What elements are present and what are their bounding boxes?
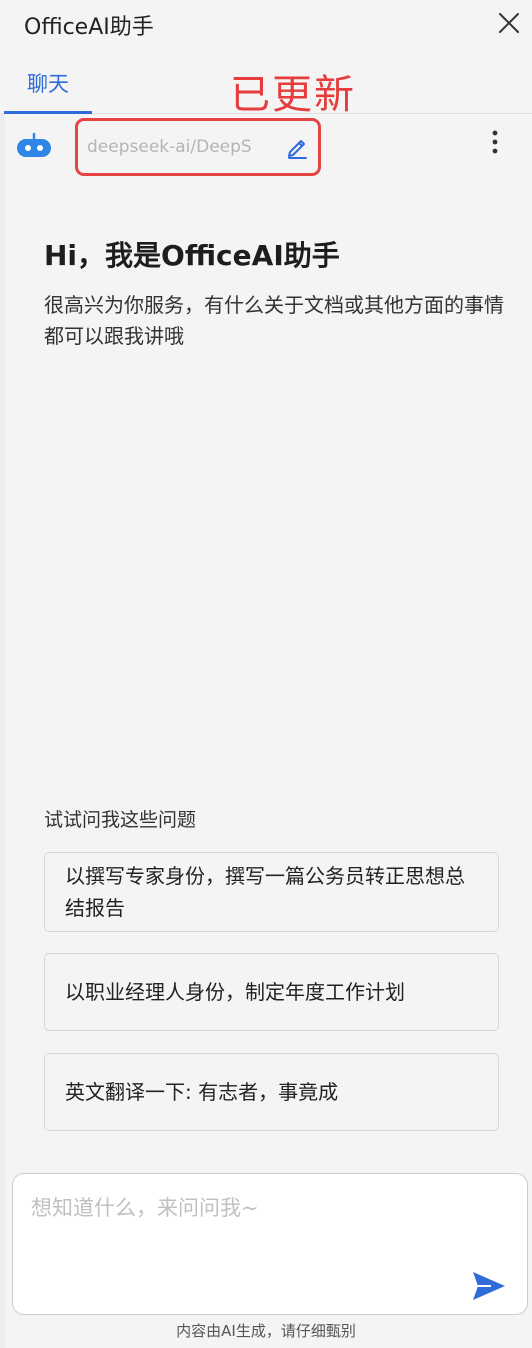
model-name-field[interactable] (87, 132, 271, 162)
suggestion-text: 以职业经理人身份，制定年度工作计划 (65, 980, 405, 1004)
send-icon[interactable] (471, 1270, 507, 1302)
window-title: OfficeAI助手 (24, 15, 154, 40)
chat-input-box (12, 1173, 528, 1315)
edit-icon[interactable] (284, 134, 310, 160)
tab-bar: 聊天 已更新 (0, 48, 532, 118)
updated-annotation: 已更新 (230, 72, 356, 118)
close-icon[interactable] (496, 10, 522, 36)
suggestions-title: 试试问我这些问题 (44, 809, 197, 831)
robot-icon (17, 132, 51, 157)
suggestion-text: 英文翻译一下: 有志者，事竟成 (65, 1080, 339, 1104)
panel-border (0, 114, 5, 1348)
model-row (0, 114, 532, 180)
welcome-greeting: Hi，我是OfficeAI助手 (44, 239, 340, 272)
ai-disclaimer: 内容由AI生成，请仔细甄别 (176, 1322, 356, 1340)
chat-input[interactable] (31, 1192, 461, 1282)
suggestion-item[interactable]: 以撰写专家身份，撰写一篇公务员转正思想总结报告 (44, 852, 499, 932)
title-bar: OfficeAI助手 (0, 0, 532, 48)
suggestion-item[interactable]: 英文翻译一下: 有志者，事竟成 (44, 1053, 499, 1131)
welcome-intro: 很高兴为你服务，有什么关于文档或其他方面的事情都可以跟我讲哦 (44, 293, 504, 348)
tab-chat[interactable]: 聊天 (4, 48, 92, 114)
more-vertical-icon[interactable] (484, 128, 506, 158)
model-selector (75, 118, 321, 176)
officeai-panel: OfficeAI助手 聊天 已更新 deepseek-ai/DeepS Hi，我… (0, 0, 532, 1348)
tab-chat-label: 聊天 (27, 72, 69, 96)
suggestion-item[interactable]: 以职业经理人身份，制定年度工作计划 (44, 953, 499, 1031)
suggestion-text: 以撰写专家身份，撰写一篇公务员转正思想总结报告 (65, 864, 465, 920)
